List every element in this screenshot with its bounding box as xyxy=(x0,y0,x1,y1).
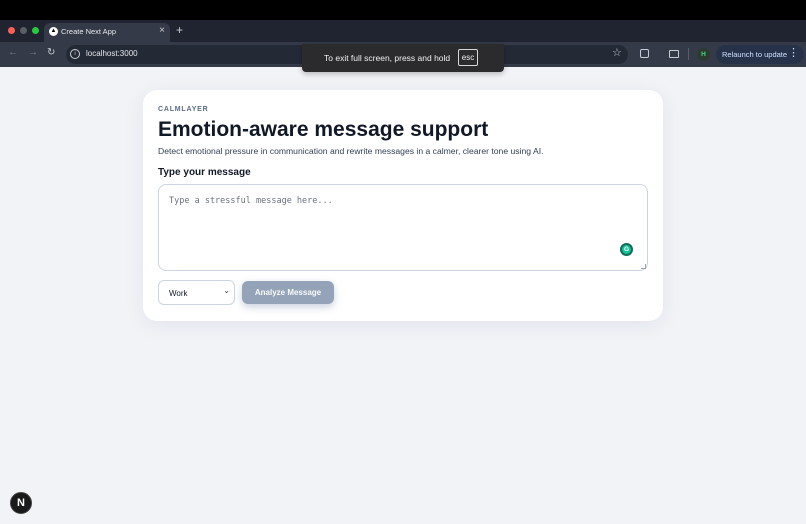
page-subtitle: Detect emotional pressure in communicati… xyxy=(158,146,544,156)
reload-icon[interactable]: ↻ xyxy=(47,47,55,58)
tab-title: Create Next App xyxy=(61,27,117,36)
more-vertical-icon[interactable]: ⋮ xyxy=(788,47,799,60)
window-minimize-button[interactable] xyxy=(20,27,27,34)
triangle-favicon-icon: ▲ xyxy=(49,27,58,36)
toolbar-divider xyxy=(688,48,689,60)
url-text[interactable]: localhost:3000 xyxy=(86,49,138,58)
relaunch-button[interactable]: Relaunch to update ⋮ xyxy=(716,45,804,64)
chevron-down-icon: ⌄ xyxy=(223,286,230,295)
close-icon[interactable]: × xyxy=(159,25,165,36)
resize-handle-icon[interactable] xyxy=(641,264,646,269)
esc-key-badge: esc xyxy=(458,49,478,66)
avatar[interactable]: H xyxy=(697,48,710,61)
tone-select[interactable]: Work ⌄ xyxy=(158,280,235,305)
cast-icon[interactable] xyxy=(669,50,679,58)
puzzle-icon[interactable] xyxy=(640,49,649,58)
next-dev-indicator-icon[interactable]: N xyxy=(10,492,32,514)
brand-eyebrow: CALMLAYER xyxy=(158,106,209,113)
relaunch-label: Relaunch to update xyxy=(722,50,788,59)
grammarly-icon[interactable]: G xyxy=(620,243,633,256)
tone-select-value: Work xyxy=(169,289,188,298)
analyze-message-button[interactable]: Analyze Message xyxy=(242,281,334,304)
star-icon[interactable]: ☆ xyxy=(612,48,622,59)
arrow-left-icon[interactable]: ← xyxy=(8,47,18,58)
page-title: Emotion-aware message support xyxy=(158,118,489,141)
window-maximize-button[interactable] xyxy=(32,27,39,34)
plus-icon[interactable]: + xyxy=(176,23,183,37)
message-input[interactable] xyxy=(158,184,648,271)
message-input-label: Type your message xyxy=(158,167,251,178)
browser-tab[interactable]: ▲ Create Next App × xyxy=(44,23,170,42)
fullscreen-toast-text: To exit full screen, press and hold xyxy=(324,53,451,63)
fullscreen-toast: To exit full screen, press and hold esc xyxy=(302,44,504,72)
top-black-bar xyxy=(0,0,806,20)
window-close-button[interactable] xyxy=(8,27,15,34)
site-info-icon[interactable]: i xyxy=(70,49,80,59)
arrow-right-icon[interactable]: → xyxy=(28,47,38,58)
